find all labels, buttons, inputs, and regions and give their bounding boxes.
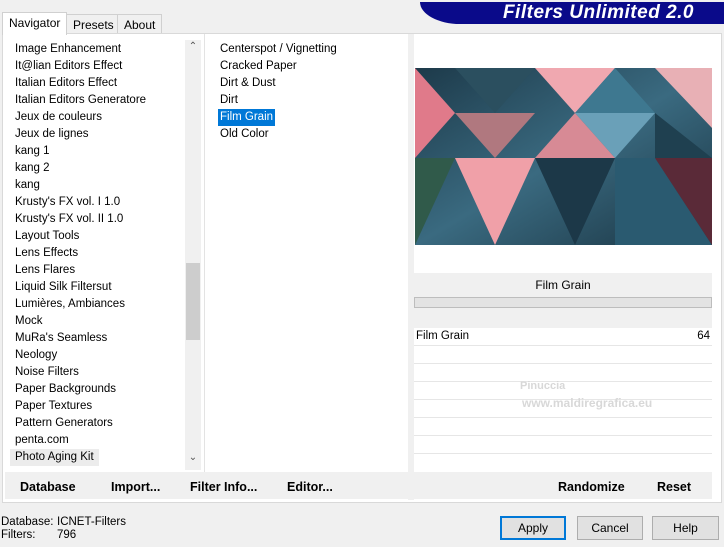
category-item[interactable]: It@lian Editors Effect bbox=[10, 58, 127, 75]
category-item[interactable]: Paper Textures bbox=[10, 398, 97, 415]
param-row-divider bbox=[414, 435, 712, 436]
database-label: Database: bbox=[1, 516, 54, 528]
param-row-divider bbox=[414, 417, 712, 418]
category-item[interactable]: penta.com bbox=[10, 432, 74, 449]
reset-button[interactable]: Reset bbox=[657, 480, 691, 494]
param-slider-track[interactable] bbox=[414, 297, 712, 308]
param-value[interactable]: 64 bbox=[680, 330, 710, 342]
category-item[interactable]: Jeux de couleurs bbox=[10, 109, 107, 126]
left-button-bar: Database Import... Filter Info... Editor… bbox=[5, 472, 408, 499]
param-row-divider bbox=[414, 453, 712, 454]
category-item[interactable]: Krusty's FX vol. II 1.0 bbox=[10, 211, 128, 228]
help-button[interactable]: Help bbox=[652, 516, 719, 540]
category-item[interactable]: Lens Flares bbox=[10, 262, 80, 279]
tab-navigator[interactable]: Navigator bbox=[2, 12, 68, 35]
divider bbox=[408, 34, 414, 500]
filter-item[interactable]: Old Color bbox=[218, 126, 271, 143]
randomize-button[interactable]: Randomize bbox=[558, 480, 625, 494]
category-item[interactable]: kang 1 bbox=[10, 143, 55, 160]
category-item[interactable]: Pattern Generators bbox=[10, 415, 118, 432]
scroll-down-icon[interactable]: ⌄ bbox=[185, 452, 201, 463]
param-header: Film Grain bbox=[535, 278, 591, 292]
category-item[interactable]: Liquid Silk Filtersut bbox=[10, 279, 117, 296]
filter-list[interactable]: Centerspot / Vignetting Cracked Paper Dirt… bbox=[206, 40, 406, 470]
category-item[interactable]: Neology bbox=[10, 347, 62, 364]
category-item[interactable]: Noise Filters bbox=[10, 364, 84, 381]
app-title-banner: Filters Unlimited 2.0 bbox=[420, 2, 724, 24]
database-button[interactable]: Database bbox=[20, 480, 76, 494]
filter-item[interactable]: Cracked Paper bbox=[218, 58, 299, 75]
filter-item[interactable]: Centerspot / Vignetting bbox=[218, 41, 339, 58]
category-item[interactable]: Jeux de lignes bbox=[10, 126, 94, 143]
param-label: Film Grain bbox=[416, 330, 470, 342]
database-value: ICNET-Filters bbox=[57, 516, 126, 528]
category-scrollbar[interactable] bbox=[185, 40, 201, 470]
preview-image bbox=[415, 68, 712, 245]
category-item[interactable]: Paper Backgrounds bbox=[10, 381, 121, 398]
param-row-divider bbox=[414, 363, 712, 364]
apply-button[interactable]: Apply bbox=[500, 516, 566, 540]
category-item[interactable]: Mock bbox=[10, 313, 47, 330]
category-item[interactable]: kang 2 bbox=[10, 160, 55, 177]
divider bbox=[204, 34, 205, 472]
scroll-up-icon[interactable]: ⌃ bbox=[185, 41, 201, 52]
category-item[interactable]: Layout Tools bbox=[10, 228, 84, 245]
filter-item[interactable]: Dirt bbox=[218, 92, 240, 109]
tab-about[interactable]: About bbox=[117, 14, 163, 34]
category-item[interactable]: Image Enhancement bbox=[10, 41, 126, 58]
category-item[interactable]: Krusty's FX vol. I 1.0 bbox=[10, 194, 125, 211]
tab-presets[interactable]: Presets bbox=[66, 14, 121, 34]
param-row-divider bbox=[414, 345, 712, 346]
category-item[interactable]: Lumières, Ambiances bbox=[10, 296, 130, 313]
category-item[interactable]: Photo Aging Kit bbox=[10, 449, 99, 466]
category-item[interactable]: kang bbox=[10, 177, 45, 194]
watermark-url: www.maldiregrafica.eu bbox=[522, 396, 653, 410]
import-button[interactable]: Import... bbox=[111, 480, 160, 494]
category-item[interactable]: Lens Effects bbox=[10, 245, 83, 262]
scrollbar-thumb[interactable] bbox=[186, 263, 200, 340]
watermark-name: Pinuccia bbox=[520, 380, 566, 392]
filter-item[interactable]: Film Grain bbox=[218, 109, 276, 126]
filter-item[interactable]: Dirt & Dust bbox=[218, 75, 278, 92]
cancel-button[interactable]: Cancel bbox=[577, 516, 643, 540]
filters-count: 796 bbox=[57, 529, 77, 541]
editor-button[interactable]: Editor... bbox=[287, 480, 333, 494]
category-item[interactable]: Italian Editors Generatore bbox=[10, 92, 151, 109]
right-button-bar: Randomize Reset bbox=[414, 472, 712, 499]
filters-label: Filters: bbox=[1, 529, 36, 541]
category-item[interactable]: Italian Editors Effect bbox=[10, 75, 122, 92]
category-list[interactable]: Image Enhancement It@lian Editors Effect I… bbox=[3, 40, 185, 470]
category-item[interactable]: MuRa's Seamless bbox=[10, 330, 112, 347]
filter-info-button[interactable]: Filter Info... bbox=[190, 480, 257, 494]
